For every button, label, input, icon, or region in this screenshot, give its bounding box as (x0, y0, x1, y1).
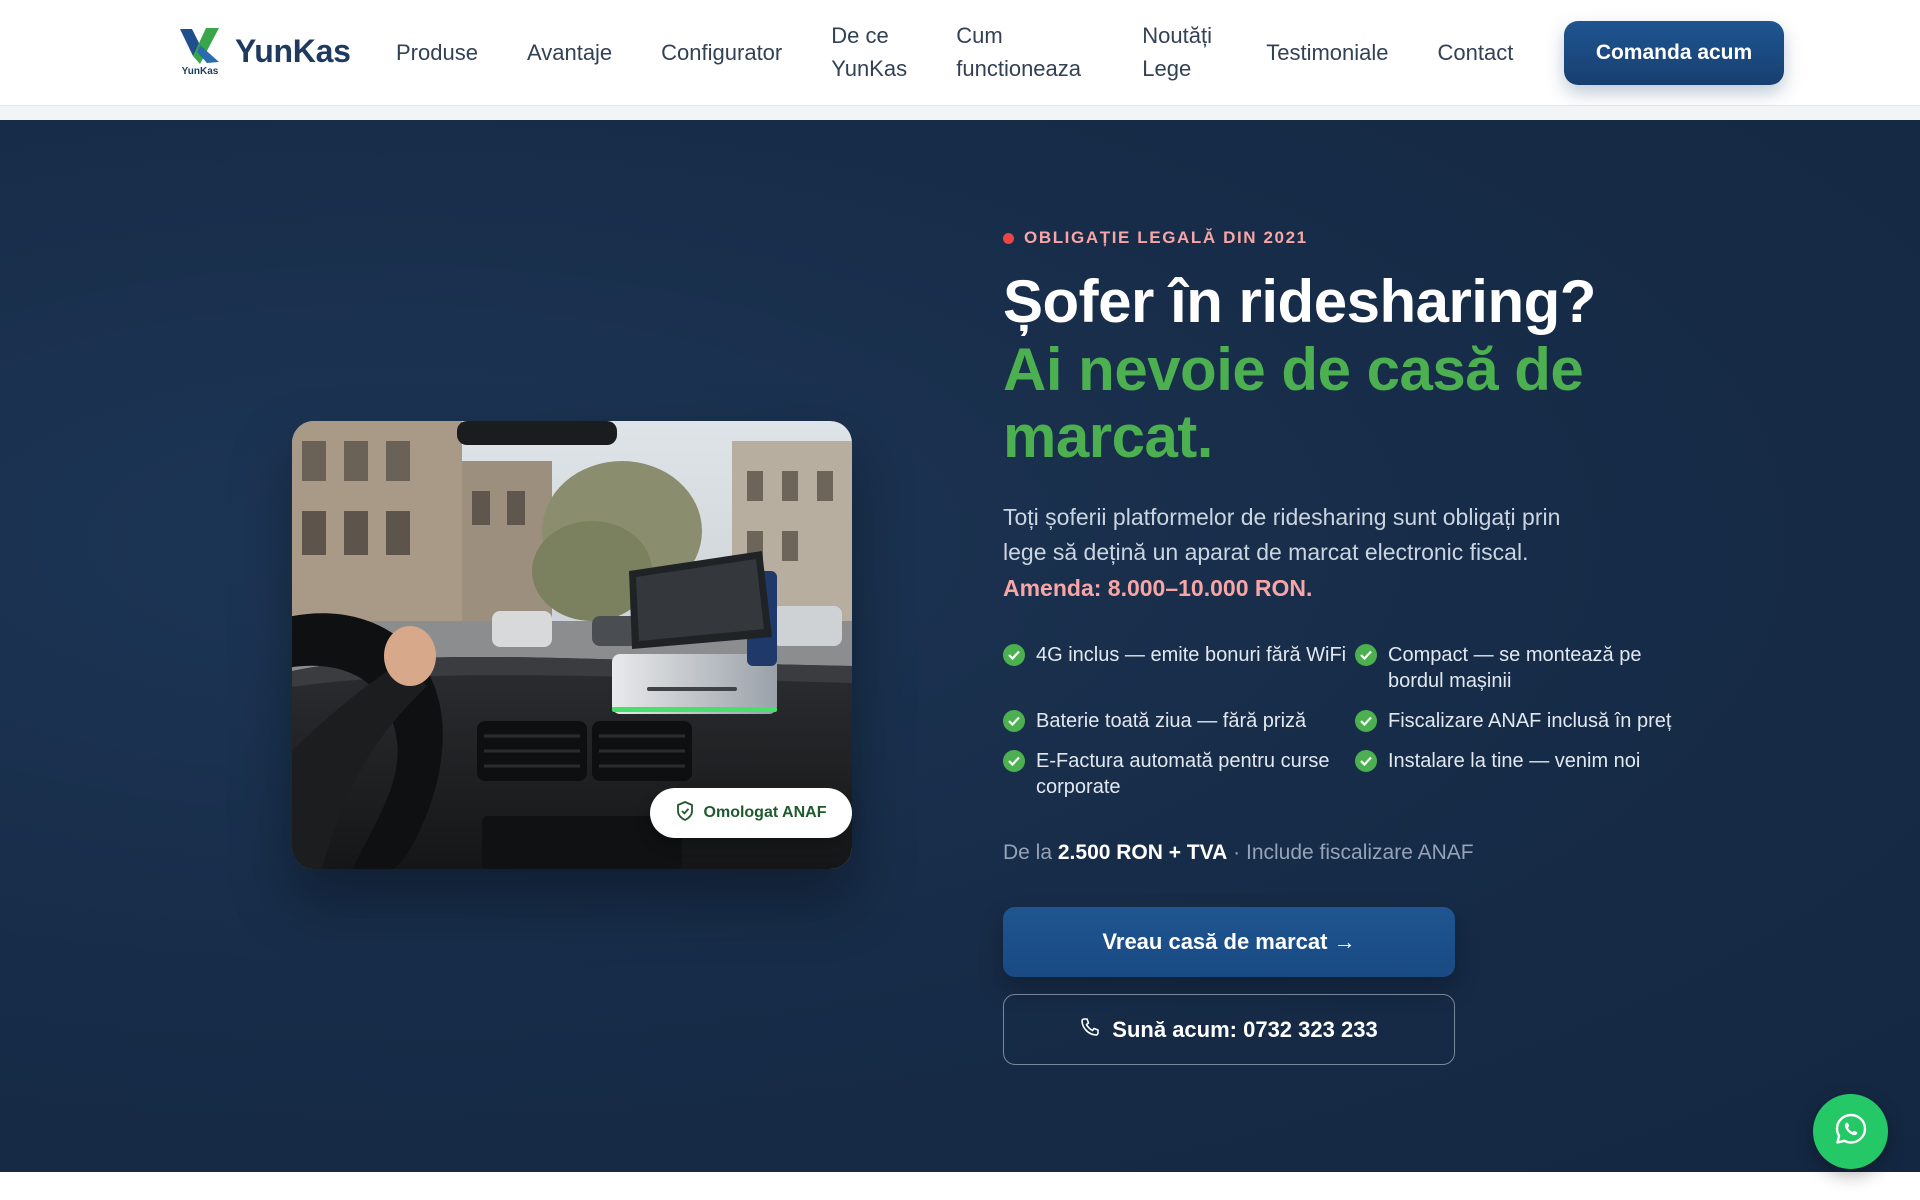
nav-item-contact[interactable]: Contact (1438, 36, 1514, 69)
header-divider (0, 106, 1920, 120)
feature-item: E-Factura automată pentru curse corporat… (1003, 748, 1355, 800)
fine-warning: Amenda: 8.000–10.000 RON. (1003, 575, 1313, 601)
feature-item: 4G inclus — emite bonuri fără WiFi (1003, 642, 1355, 694)
feature-text: 4G inclus — emite bonuri fără WiFi (1036, 644, 1347, 666)
nav-item-configurator[interactable]: Configurator (661, 36, 782, 69)
nav-item-avantaje[interactable]: Avantaje (527, 36, 612, 69)
want-cash-register-button[interactable]: Vreau casă de marcat → (1003, 907, 1455, 977)
page-bottom (0, 1172, 1920, 1200)
price-amount: 2.500 RON + TVA (1057, 841, 1228, 864)
feature-item: Compact — se montează pe bordul mașinii (1355, 642, 1683, 694)
feature-text: Fiscalizare ANAF inclusă în preț (1388, 710, 1672, 732)
yunkas-logo-icon: YunKas (177, 26, 223, 78)
hero-title-highlight: Ai nevoie de casă de marcat. (1003, 336, 1584, 470)
check-icon (1355, 710, 1377, 732)
kicker-text: OBLIGAȚIE LEGALĂ DIN 2021 (1024, 228, 1308, 247)
feature-item: Instalare la tine — venim noi (1355, 748, 1683, 800)
hero-title: Șofer în ridesharing? (1003, 268, 1596, 335)
brand-name: YunKas (235, 33, 351, 69)
feature-text: E-Factura automată pentru curse corporat… (1036, 750, 1330, 798)
feature-item: Fiscalizare ANAF inclusă în preț (1355, 708, 1683, 734)
call-now-button[interactable]: Sună acum: 0732 323 233 (1003, 994, 1455, 1065)
main-menu: Produse Avantaje Configurator De ce YunK… (396, 0, 1562, 104)
call-now-label: Sună acum: 0732 323 233 (1112, 1016, 1378, 1042)
check-icon (1355, 750, 1377, 772)
price-suffix: · Include fiscalizare ANAF (1233, 841, 1474, 864)
hero-description: Toți șoferii platformelor de ridesharing… (1003, 504, 1561, 565)
shield-icon (676, 800, 694, 826)
whatsapp-chat-button[interactable] (1813, 1094, 1888, 1169)
badge-label: Omologat ANAF (703, 804, 827, 821)
feature-text: Compact — se montează pe bordul mașinii (1388, 644, 1642, 692)
check-icon (1355, 644, 1377, 666)
check-icon (1003, 644, 1025, 666)
whatsapp-icon (1833, 1111, 1869, 1152)
feature-list: 4G inclus — emite bonuri fără WiFi Compa… (1003, 642, 1683, 800)
legal-kicker: OBLIGAȚIE LEGALĂ DIN 2021 (1003, 228, 1308, 248)
nav-item-produse[interactable]: Produse (396, 36, 478, 69)
order-now-button[interactable]: Comanda acum (1564, 21, 1784, 85)
price-prefix: De la (1003, 841, 1053, 864)
price-line: De la 2.500 RON + TVA · Include fiscaliz… (1003, 838, 1474, 868)
nav-item-cum-functioneaza[interactable]: Cum functioneaza (956, 19, 1093, 85)
phone-icon (1080, 1017, 1100, 1043)
feature-text: Instalare la tine — venim noi (1388, 750, 1641, 772)
alert-dot-icon (1003, 232, 1014, 244)
nav-item-noutati-lege[interactable]: Noutăți Lege (1142, 19, 1217, 85)
logo-caption: YunKas (181, 66, 219, 77)
top-navigation: YunKas YunKas Produse Avantaje Configura… (0, 0, 1920, 106)
check-icon (1003, 710, 1025, 732)
check-icon (1003, 750, 1025, 772)
nav-item-de-ce-yunkas[interactable]: De ce YunKas (831, 19, 907, 85)
feature-text: Baterie toată ziua — fără priză (1036, 710, 1307, 732)
anaf-certified-badge: Omologat ANAF (650, 788, 852, 838)
brand-logo[interactable]: YunKas YunKas (177, 26, 351, 78)
nav-item-testimoniale[interactable]: Testimoniale (1266, 36, 1388, 69)
feature-item: Baterie toată ziua — fără priză (1003, 708, 1355, 734)
